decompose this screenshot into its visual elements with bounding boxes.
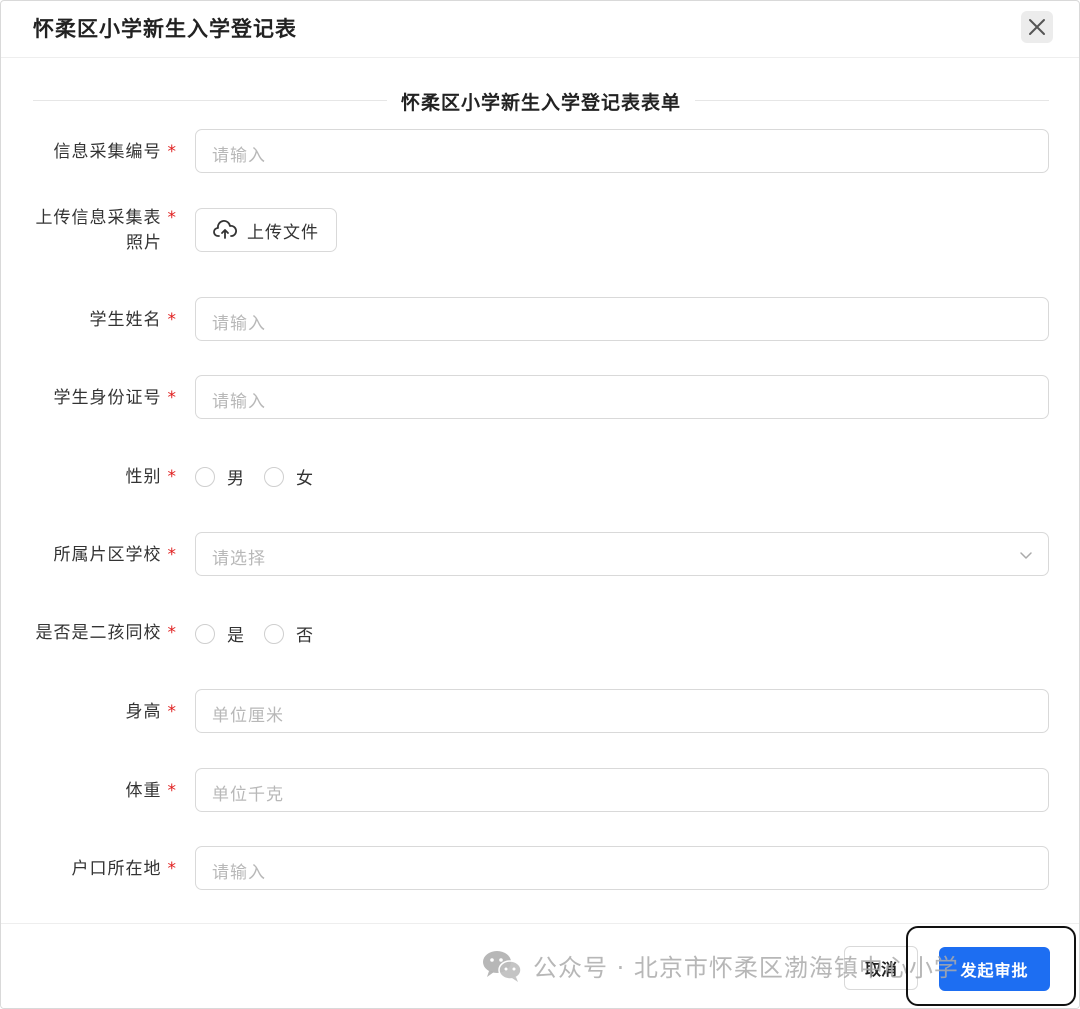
second-child-option-yes[interactable]: 是 bbox=[195, 621, 244, 646]
second-child-option-no[interactable]: 否 bbox=[264, 621, 313, 646]
student-name-input[interactable]: 请输入 bbox=[195, 297, 1049, 341]
field-label-height: 身高 * bbox=[126, 700, 178, 725]
field-label-photo: 上传信息采集表 * bbox=[36, 206, 178, 231]
annotation-highlight-box bbox=[906, 926, 1076, 1006]
weight-input[interactable]: 单位千克 bbox=[195, 768, 1049, 812]
dialog-body: 怀柔区小学新生入学登记表表单 信息采集编号 * 请输入 上传信息采集表 * 照片 上… bbox=[1, 58, 1079, 923]
gender-radio-group: 男 女 bbox=[195, 464, 333, 489]
dialog-title: 怀柔区小学新生入学登记表 bbox=[33, 17, 297, 41]
input-placeholder: 请输入 bbox=[212, 314, 266, 334]
district-school-select[interactable]: 请选择 bbox=[195, 532, 1049, 576]
required-mark: * bbox=[167, 702, 177, 722]
height-input[interactable]: 单位厘米 bbox=[195, 689, 1049, 733]
required-mark: * bbox=[167, 623, 177, 643]
chevron-down-icon bbox=[1020, 552, 1032, 559]
input-placeholder: 请输入 bbox=[212, 863, 266, 883]
field-label-student-id: 学生身份证号 * bbox=[54, 386, 178, 411]
input-placeholder: 请输入 bbox=[212, 146, 266, 166]
radio-label: 否 bbox=[296, 626, 313, 646]
field-label-district-school: 所属片区学校 * bbox=[54, 543, 178, 568]
label-text: 是否是二孩同校 bbox=[35, 623, 162, 643]
cloud-upload-icon bbox=[213, 220, 237, 239]
field-label-collection-no: 信息采集编号 * bbox=[54, 140, 178, 165]
student-id-input[interactable]: 请输入 bbox=[195, 375, 1049, 419]
watermark-text: 公众号 · 北京市怀柔区渤海镇中心小学 bbox=[533, 954, 959, 982]
required-mark: * bbox=[167, 781, 177, 801]
radio-label: 男 bbox=[227, 469, 244, 489]
input-placeholder: 单位厘米 bbox=[212, 706, 284, 726]
gender-option-female[interactable]: 女 bbox=[264, 464, 313, 489]
dialog-header: 怀柔区小学新生入学登记表 bbox=[1, 1, 1079, 58]
required-mark: * bbox=[167, 388, 177, 408]
form-section-header: 怀柔区小学新生入学登记表表单 bbox=[33, 88, 1049, 114]
label-text: 户口所在地 bbox=[71, 859, 162, 879]
field-label-gender: 性别 * bbox=[126, 465, 178, 490]
label-text: 学生姓名 bbox=[89, 310, 162, 330]
label-text: 信息采集编号 bbox=[53, 142, 162, 162]
label-text: 上传信息采集表 bbox=[35, 208, 162, 228]
radio-circle[interactable] bbox=[264, 466, 284, 487]
select-placeholder: 请选择 bbox=[212, 549, 266, 569]
required-mark: * bbox=[167, 467, 177, 487]
close-button[interactable] bbox=[1021, 11, 1053, 43]
upload-button-label: 上传文件 bbox=[247, 222, 319, 243]
label-text: 学生身份证号 bbox=[53, 388, 162, 408]
label-text: 体重 bbox=[125, 781, 162, 801]
field-label-student-name: 学生姓名 * bbox=[90, 308, 178, 333]
radio-label: 是 bbox=[227, 626, 244, 646]
label-text: 照片 bbox=[126, 233, 162, 253]
form-section-title: 怀柔区小学新生入学登记表表单 bbox=[386, 92, 695, 114]
radio-circle[interactable] bbox=[264, 623, 284, 644]
label-text: 性别 bbox=[125, 467, 162, 487]
field-label-photo-line2: 照片 bbox=[126, 231, 162, 256]
dialog-footer: 取消 发起审批 公众号 · 北京市怀柔区渤海镇中心小学 bbox=[1, 923, 1079, 1008]
wechat-icon bbox=[483, 950, 522, 982]
label-text: 身高 bbox=[125, 702, 162, 722]
radio-circle[interactable] bbox=[195, 623, 215, 644]
radio-label: 女 bbox=[296, 469, 313, 489]
registration-dialog: 怀柔区小学新生入学登记表 怀柔区小学新生入学登记表表单 信息采集编号 * 请输入 … bbox=[0, 0, 1080, 1009]
close-icon bbox=[1029, 19, 1045, 35]
watermark: 公众号 · 北京市怀柔区渤海镇中心小学 bbox=[481, 948, 959, 983]
gender-option-male[interactable]: 男 bbox=[195, 464, 244, 489]
required-mark: * bbox=[167, 208, 177, 228]
label-text: 所属片区学校 bbox=[53, 545, 162, 565]
household-input[interactable]: 请输入 bbox=[195, 846, 1049, 890]
required-mark: * bbox=[167, 545, 177, 565]
required-mark: * bbox=[167, 142, 177, 162]
collection-no-input[interactable]: 请输入 bbox=[195, 129, 1049, 173]
field-label-weight: 体重 * bbox=[126, 779, 178, 804]
field-label-household: 户口所在地 * bbox=[72, 857, 178, 882]
input-placeholder: 请输入 bbox=[212, 392, 266, 412]
required-mark: * bbox=[167, 859, 177, 879]
required-mark: * bbox=[167, 310, 177, 330]
second-child-radio-group: 是 否 bbox=[195, 621, 333, 646]
radio-circle[interactable] bbox=[195, 466, 215, 487]
input-placeholder: 单位千克 bbox=[212, 785, 284, 805]
upload-file-button[interactable]: 上传文件 bbox=[195, 208, 337, 252]
field-label-second-child: 是否是二孩同校 * bbox=[36, 621, 178, 646]
